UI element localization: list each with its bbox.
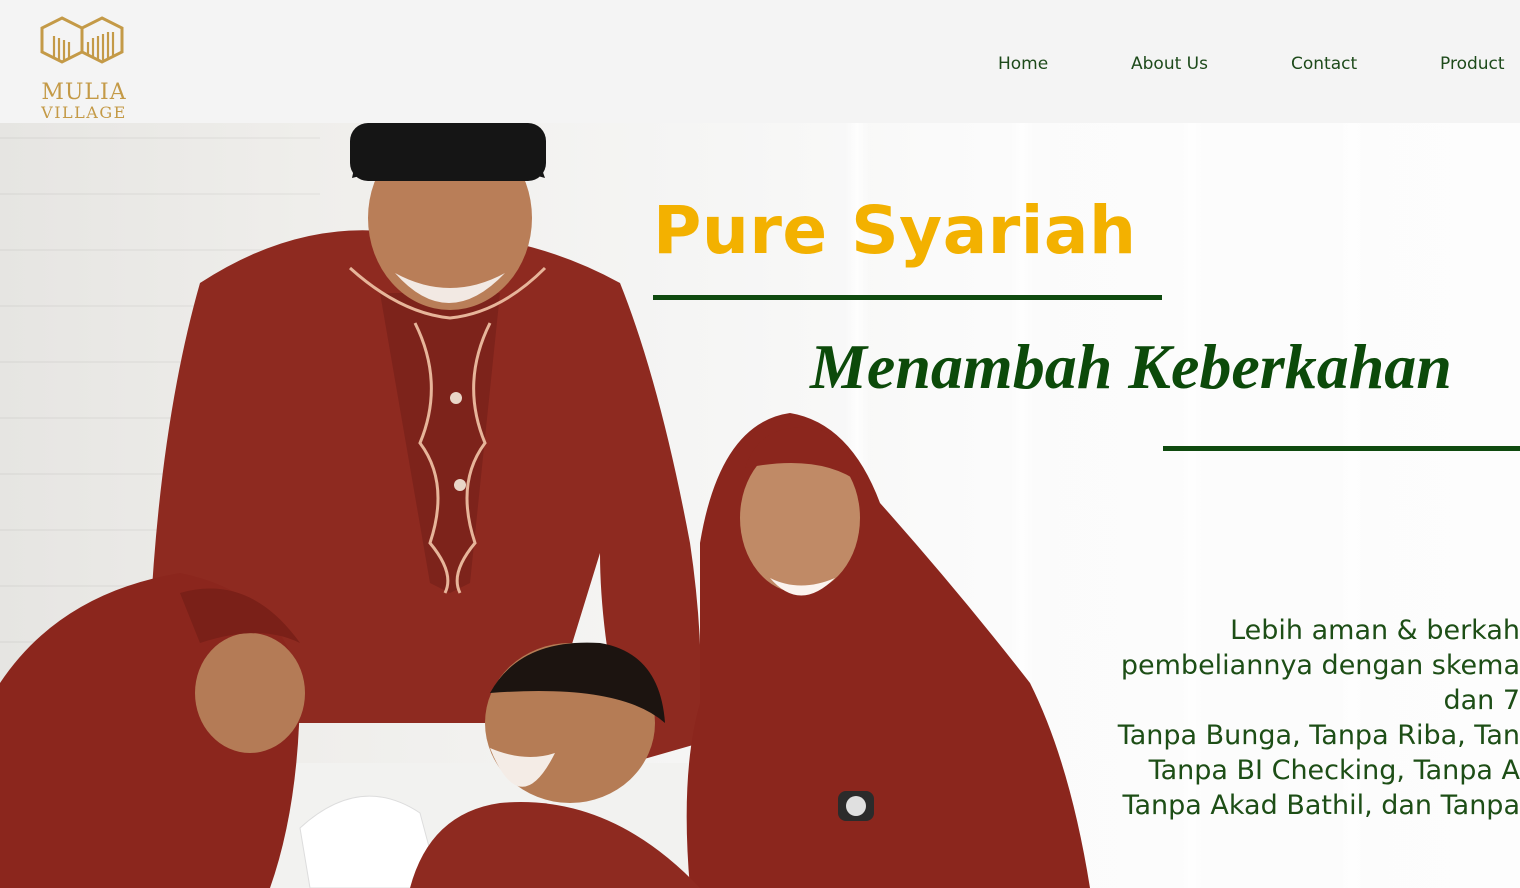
nav-home[interactable]: Home [998,54,1048,80]
nav-product[interactable]: Product [1440,54,1505,80]
description-line: Lebih aman & berkah [1230,615,1520,646]
site-header: MULIA VILLAGE Home About Us Contact Prod… [0,0,1520,123]
mulia-village-logo[interactable]: MULIA VILLAGE [36,14,136,126]
description-line: pembeliannya dengan skema [1120,650,1520,681]
nav-contact[interactable]: Contact [1291,54,1357,80]
nav-about-us[interactable]: About Us [1131,54,1208,80]
description-line: Tanpa Akad Bathil, dan Tanpa [1122,790,1520,821]
description-line: Tanpa Bunga, Tanpa Riba, Tan [1117,720,1520,751]
headline-underline [653,295,1162,300]
hero-section: Pure Syariah Menambah Keberkahan Lebih a… [0,123,1520,888]
hero-subheadline: Menambah Keberkahan [810,331,1452,402]
logo-mark-icon [40,16,124,64]
hero-description: Lebih aman & berkah pembeliannya dengan … [1000,613,1520,823]
logo-text-mulia: MULIA [41,80,127,105]
logo-text-village: VILLAGE [41,103,127,122]
hero-headline: Pure Syariah [653,192,1137,269]
description-line: Tanpa BI Checking, Tanpa A [1148,755,1520,786]
subheadline-underline [1163,446,1520,451]
description-line: dan 7 [1443,685,1520,716]
